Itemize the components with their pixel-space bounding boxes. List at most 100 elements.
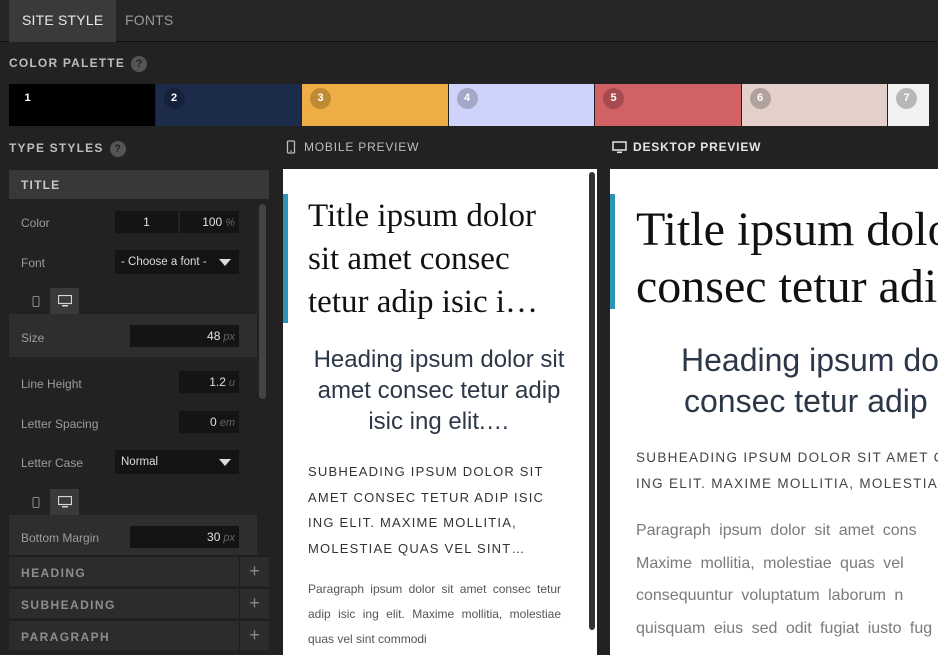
desktop-icon (57, 295, 72, 307)
opacity-unit: % (225, 217, 235, 229)
swatch-number: 7 (896, 88, 917, 109)
letter-case-label: Letter Case (21, 456, 84, 470)
palette-swatch-4[interactable]: 4 (448, 84, 595, 126)
letter-spacing-value: 0 (210, 415, 217, 429)
chevron-down-icon (219, 259, 231, 266)
mobile-toggle-button[interactable] (21, 489, 50, 515)
title-accent-bar (610, 194, 615, 309)
bottom-margin-label: Bottom Margin (21, 531, 100, 545)
mobile-subheading-sample: SUBHEADING IPSUM DOLOR SIT AMET CONSEC T… (308, 464, 545, 556)
desktop-heading-sample: Heading ipsum do consec tetur adip (681, 340, 938, 422)
bottom-margin-value: 30 (207, 530, 221, 544)
palette-swatch-1[interactable]: 1 (9, 84, 156, 126)
panel-scrollbar[interactable] (259, 204, 266, 399)
desktop-title-line: Title ipsum dolor (636, 203, 938, 256)
device-toggle (21, 489, 79, 515)
size-value: 48 (207, 329, 221, 343)
mobile-preview-header: MOBILE PREVIEW (286, 140, 419, 154)
expand-plus-icon[interactable]: + (239, 589, 269, 619)
palette-swatch-3[interactable]: 3 (302, 84, 449, 126)
color-index-field[interactable]: 1 (115, 211, 178, 233)
bottom-margin-unit: px (223, 532, 235, 544)
type-styles-title: TYPE STYLES (9, 141, 104, 156)
help-icon[interactable]: ? (131, 56, 148, 72)
desktop-paragraph-line: consequuntur voluptatum laborum n (636, 587, 904, 604)
desktop-icon (57, 496, 72, 508)
font-select[interactable]: - Choose a font - (115, 250, 239, 274)
bottom-margin-field[interactable]: 30 px (130, 526, 239, 548)
swatch-number: 4 (456, 88, 478, 109)
desktop-preview-label: DESKTOP PREVIEW (633, 140, 762, 154)
paragraph-section[interactable]: PARAGRAPH + (9, 620, 269, 651)
font-select-value: - Choose a font - (121, 256, 207, 268)
chevron-down-icon (219, 459, 231, 466)
line-height-value: 1.2 (209, 375, 226, 389)
title-section-header[interactable]: TITLE (9, 170, 269, 199)
color-palette-header: COLOR PALETTE? (9, 56, 148, 72)
swatch-number: 6 (749, 88, 771, 109)
swatch-number: 1 (24, 92, 31, 104)
letter-case-select[interactable]: Normal (115, 450, 239, 474)
mobile-preview: Title ipsum dolor sit amet consec tetur … (283, 169, 597, 655)
mobile-icon (32, 496, 39, 508)
desktop-paragraph-line: Maxime mollitia, molestiae quas vel (636, 554, 904, 572)
line-height-label: Line Height (21, 377, 82, 391)
size-label: Size (21, 331, 45, 345)
device-toggle (21, 288, 79, 314)
mobile-icon (286, 140, 296, 154)
palette-swatch-5[interactable]: 5 (595, 84, 742, 126)
tab-site-style[interactable]: SITE STYLE (9, 0, 117, 42)
size-field[interactable]: 48 px (130, 325, 239, 347)
mobile-preview-label: MOBILE PREVIEW (304, 140, 420, 154)
letter-case-value: Normal (121, 456, 159, 468)
help-icon[interactable]: ? (109, 141, 126, 157)
paragraph-section-label: PARAGRAPH (21, 630, 111, 644)
tab-fonts[interactable]: FONTS (112, 0, 186, 42)
color-label: Color (21, 216, 50, 230)
expand-plus-icon[interactable]: + (239, 557, 269, 587)
letter-spacing-field[interactable]: 0 em (179, 411, 239, 433)
palette-swatch-2[interactable]: 2 (155, 84, 302, 126)
palette-swatch-6[interactable]: 6 (741, 84, 888, 126)
desktop-icon (612, 140, 627, 153)
desktop-heading-line: Heading ipsum do (681, 342, 938, 378)
letter-spacing-unit: em (219, 417, 235, 429)
desktop-paragraph-line: Paragraph ipsum dolor sit amet cons (636, 522, 917, 539)
title-section-label: TITLE (21, 178, 61, 192)
desktop-title-line: consec tetur adi (636, 260, 938, 313)
desktop-toggle-button[interactable] (50, 489, 79, 515)
mobile-toggle-button[interactable] (21, 288, 50, 314)
line-height-unit: u (228, 377, 235, 389)
mobile-paragraph-sample: Paragraph ipsum dolor sit amet consec te… (308, 582, 561, 646)
opacity-field[interactable]: 100% (180, 211, 239, 233)
subheading-section[interactable]: SUBHEADING + (9, 588, 269, 619)
desktop-paragraph-sample: Paragraph ipsum dolor sit amet cons Maxi… (636, 515, 938, 645)
title-accent-bar (283, 194, 288, 323)
color-palette: 1 2 3 4 5 6 7 (9, 84, 929, 126)
mobile-icon (32, 295, 39, 307)
desktop-subheading-line: SUBHEADING IPSUM DOLOR SIT AMET C (636, 450, 938, 465)
tab-bar: SITE STYLE FONTS (0, 0, 938, 42)
desktop-preview: Title ipsum dolor consec tetur adi Headi… (610, 169, 938, 655)
swatch-number: 2 (163, 88, 185, 109)
opacity-value: 100 (202, 215, 223, 229)
expand-plus-icon[interactable]: + (239, 621, 269, 651)
desktop-paragraph-line: quisquam eius sed odit fugiat iusto fug (636, 619, 933, 637)
heading-section[interactable]: HEADING + (9, 556, 269, 587)
desktop-subheading-line: ING ELIT. MAXIME MOLLITIA, MOLESTIA (636, 475, 938, 491)
mobile-title-sample: Title ipsum dolor sit amet consec tetur … (308, 198, 539, 320)
desktop-toggle-button[interactable] (50, 288, 79, 314)
line-height-field[interactable]: 1.2 u (179, 371, 239, 393)
letter-spacing-label: Letter Spacing (21, 417, 99, 431)
palette-swatch-7[interactable]: 7 (888, 84, 929, 126)
type-styles-header: TYPE STYLES? (9, 141, 126, 157)
mobile-heading-sample: Heading ipsum dolor sit amet consec tetu… (313, 346, 565, 435)
color-palette-title: COLOR PALETTE (9, 56, 126, 71)
color-index-value: 1 (143, 215, 150, 229)
heading-section-label: HEADING (21, 566, 87, 580)
desktop-subheading-sample: SUBHEADING IPSUM DOLOR SIT AMET C ING EL… (636, 445, 938, 496)
swatch-number: 5 (603, 88, 624, 109)
size-unit: px (223, 331, 235, 343)
mobile-preview-scrollbar[interactable] (589, 172, 595, 630)
desktop-title-sample: Title ipsum dolor consec tetur adi (636, 201, 938, 315)
